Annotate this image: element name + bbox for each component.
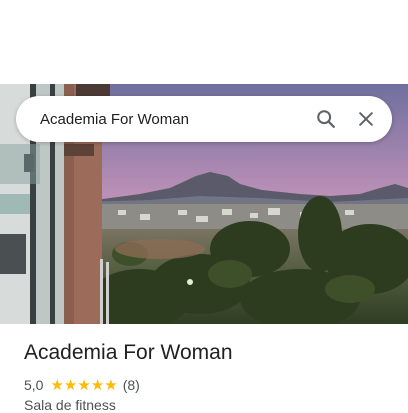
place-title: Academia For Woman [24,341,233,364]
star-icon: ★ [50,376,64,394]
star-icon: ★ [63,376,78,394]
review-count[interactable]: (8) [123,377,140,393]
place-category: Sala de fitness [24,397,116,413]
star-icon: ★ [104,376,118,394]
search-icon [317,110,335,128]
search-input[interactable]: Academia For Woman [16,111,306,128]
search-bar[interactable]: Academia For Woman [16,96,392,142]
search-button[interactable] [306,99,346,139]
rating-row[interactable]: 5,0 ★ ★ ★ ★ ★ (8) [24,376,140,394]
star-rating: ★ ★ ★ ★ ★ [50,378,117,393]
star-icon: ★ [90,376,105,394]
close-button[interactable] [346,99,386,139]
close-icon [359,112,373,126]
rating-value: 5,0 [24,377,44,393]
star-icon: ★ [77,376,91,394]
